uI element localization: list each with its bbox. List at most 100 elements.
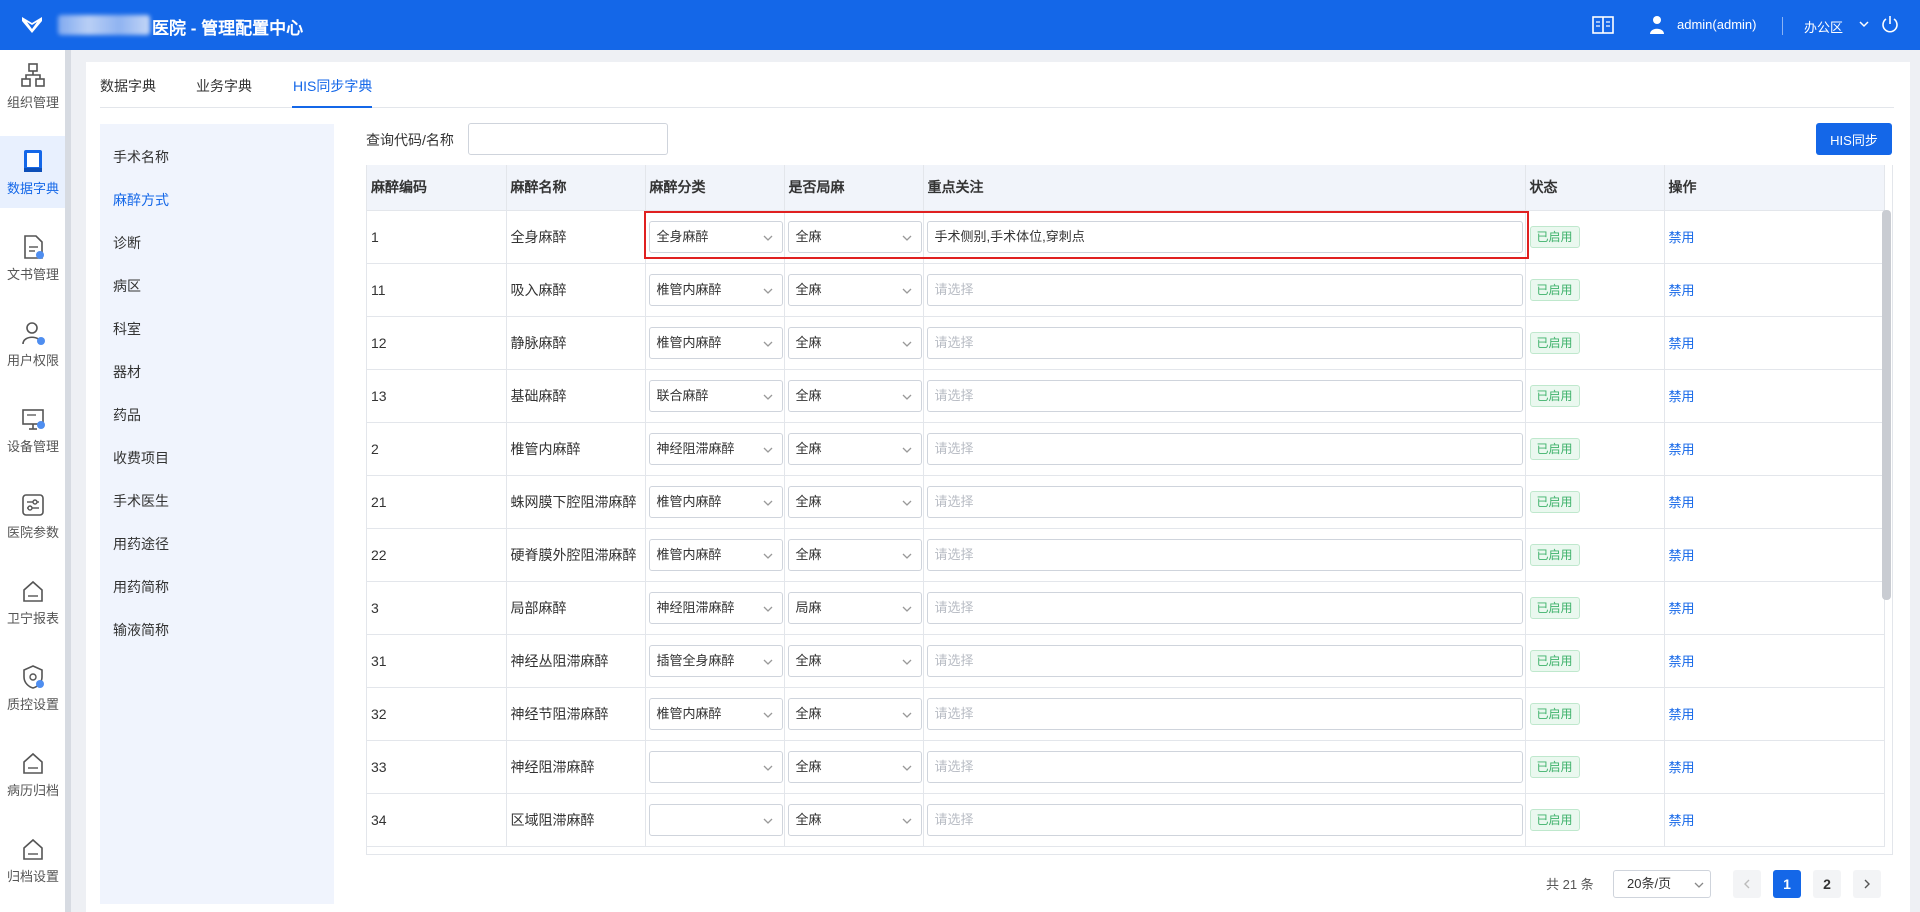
local-anesthesia-select[interactable]: 局麻 (787, 591, 922, 624)
rail-item-documents[interactable]: 文书管理 (0, 222, 66, 294)
local-anesthesia-select[interactable]: 全麻 (787, 379, 922, 412)
category-select[interactable]: 联合麻醉 (648, 379, 783, 412)
disable-link[interactable]: 禁用 (1669, 336, 1695, 351)
category-select[interactable]: 神经阻滞麻醉 (648, 591, 783, 624)
cell-name: 神经阻滞麻醉 (506, 740, 646, 794)
table-scrollbar[interactable] (1882, 210, 1891, 600)
disable-link[interactable]: 禁用 (1669, 442, 1695, 457)
local-anesthesia-select[interactable]: 全麻 (787, 697, 922, 730)
focus-select[interactable]: 请选择 (926, 538, 1523, 571)
disable-link[interactable]: 禁用 (1669, 760, 1695, 775)
manual-book-icon[interactable] (1592, 15, 1614, 35)
local-anesthesia-select[interactable]: 全麻 (787, 644, 922, 677)
disable-link[interactable]: 禁用 (1669, 707, 1695, 722)
subnav-item-surgeon[interactable]: 手术医生 (113, 491, 169, 511)
rail-item-devices[interactable]: 设备管理 (0, 394, 66, 466)
subnav-item-surgery-name[interactable]: 手术名称 (113, 147, 169, 167)
rail-item-reports[interactable]: 卫宁报表 (0, 566, 66, 638)
tab-his-sync-dictionary[interactable]: HIS同步字典 (293, 76, 372, 96)
disable-link[interactable]: 禁用 (1669, 389, 1695, 404)
focus-select[interactable]: 手术侧别,手术体位,穿刺点 (926, 220, 1523, 253)
cell-status: 已启用 (1525, 369, 1665, 423)
power-icon[interactable] (1880, 14, 1900, 34)
chevron-down-icon[interactable] (1858, 18, 1870, 30)
col-header-status: 状态 (1525, 165, 1665, 211)
category-select[interactable]: 椎管内麻醉 (648, 538, 783, 571)
tab-data-dictionary[interactable]: 数据字典 (100, 76, 156, 96)
focus-select[interactable]: 请选择 (926, 803, 1523, 836)
category-select[interactable]: 椎管内麻醉 (648, 697, 783, 730)
category-select[interactable]: 插管全身麻醉 (648, 644, 783, 677)
rail-item-archive-settings[interactable]: 归档设置 (0, 824, 66, 896)
category-select[interactable]: 椎管内麻醉 (648, 326, 783, 359)
subnav-item-anesthesia-method[interactable]: 麻醉方式 (113, 190, 169, 210)
next-page-button[interactable] (1853, 870, 1881, 898)
disable-link[interactable]: 禁用 (1669, 601, 1695, 616)
focus-select[interactable]: 请选择 (926, 432, 1523, 465)
local-anesthesia-select[interactable]: 全麻 (787, 326, 922, 359)
rail-item-dictionary[interactable]: 数据字典 (0, 136, 66, 208)
category-select[interactable] (648, 750, 783, 783)
rail-item-hospital-params[interactable]: 医院参数 (0, 480, 66, 552)
category-select[interactable]: 全身麻醉 (648, 220, 783, 253)
page-button-2[interactable]: 2 (1813, 870, 1841, 898)
disable-link[interactable]: 禁用 (1669, 654, 1695, 669)
table-row: 11 吸入麻醉 椎管内麻醉 全麻 请选择 已启用 禁用 (367, 263, 1885, 317)
focus-select[interactable]: 请选择 (926, 326, 1523, 359)
query-input[interactable] (468, 123, 668, 155)
office-selector[interactable]: 办公区 (1804, 17, 1843, 36)
prev-page-button[interactable] (1733, 870, 1761, 898)
subnav-item-infusion-abbr[interactable]: 输液简称 (113, 620, 169, 640)
chevron-down-icon (763, 394, 772, 400)
local-anesthesia-select[interactable]: 全麻 (787, 538, 922, 571)
local-anesthesia-select[interactable]: 全麻 (787, 803, 922, 836)
local-anesthesia-select[interactable]: 全麻 (787, 273, 922, 306)
disable-link[interactable]: 禁用 (1669, 548, 1695, 563)
subnav-item-route[interactable]: 用药途径 (113, 534, 169, 554)
cell-category: 椎管内麻醉 (645, 687, 785, 741)
category-select[interactable] (648, 803, 783, 836)
disable-link[interactable]: 禁用 (1669, 813, 1695, 828)
disable-link[interactable]: 禁用 (1669, 230, 1695, 245)
cell-status: 已启用 (1525, 422, 1665, 476)
tab-business-dictionary[interactable]: 业务字典 (196, 76, 252, 96)
disable-link[interactable]: 禁用 (1669, 495, 1695, 510)
category-value: 神经阻滞麻醉 (656, 440, 735, 456)
focus-select[interactable]: 请选择 (926, 591, 1523, 624)
subnav-item-diagnosis[interactable]: 诊断 (113, 233, 141, 253)
local-anesthesia-select[interactable]: 全麻 (787, 485, 922, 518)
rail-scrollbar[interactable] (65, 50, 71, 912)
focus-select[interactable]: 请选择 (926, 697, 1523, 730)
pagination-total: 共 21 条 (1546, 877, 1594, 892)
status-badge: 已启用 (1529, 543, 1580, 566)
page-size-select[interactable]: 20条/页 (1613, 870, 1711, 898)
subnav-item-charge-items[interactable]: 收费项目 (113, 448, 169, 468)
rail-item-quality-control[interactable]: 质控设置 (0, 652, 66, 724)
category-select[interactable]: 椎管内麻醉 (648, 485, 783, 518)
subnav-item-equipment[interactable]: 器材 (113, 362, 141, 382)
focus-select[interactable]: 请选择 (926, 273, 1523, 306)
local-anesthesia-select[interactable]: 全麻 (787, 750, 922, 783)
category-select[interactable]: 神经阻滞麻醉 (648, 432, 783, 465)
chevron-down-icon (763, 818, 772, 824)
subnav-item-ward[interactable]: 病区 (113, 276, 141, 296)
local-anesthesia-select[interactable]: 全麻 (787, 220, 922, 253)
his-sync-button[interactable]: HIS同步 (1816, 123, 1892, 155)
subnav-item-drug-abbr[interactable]: 用药简称 (113, 577, 169, 597)
rail-item-org[interactable]: 组织管理 (0, 50, 66, 122)
focus-select[interactable]: 请选择 (926, 379, 1523, 412)
page-button-1[interactable]: 1 (1773, 870, 1801, 898)
status-badge: 已启用 (1529, 702, 1580, 725)
focus-select[interactable]: 请选择 (926, 485, 1523, 518)
focus-value: 请选择 (934, 811, 974, 827)
subnav-item-department[interactable]: 科室 (113, 319, 141, 339)
focus-select[interactable]: 请选择 (926, 750, 1523, 783)
subnav-item-drugs[interactable]: 药品 (113, 405, 141, 425)
rail-item-permissions[interactable]: 用户权限 (0, 308, 66, 380)
rail-item-record-archive[interactable]: 病历归档 (0, 738, 66, 810)
current-user[interactable]: admin(admin) (1677, 17, 1756, 32)
local-anesthesia-select[interactable]: 全麻 (787, 432, 922, 465)
focus-select[interactable]: 请选择 (926, 644, 1523, 677)
category-select[interactable]: 椎管内麻醉 (648, 273, 783, 306)
disable-link[interactable]: 禁用 (1669, 283, 1695, 298)
